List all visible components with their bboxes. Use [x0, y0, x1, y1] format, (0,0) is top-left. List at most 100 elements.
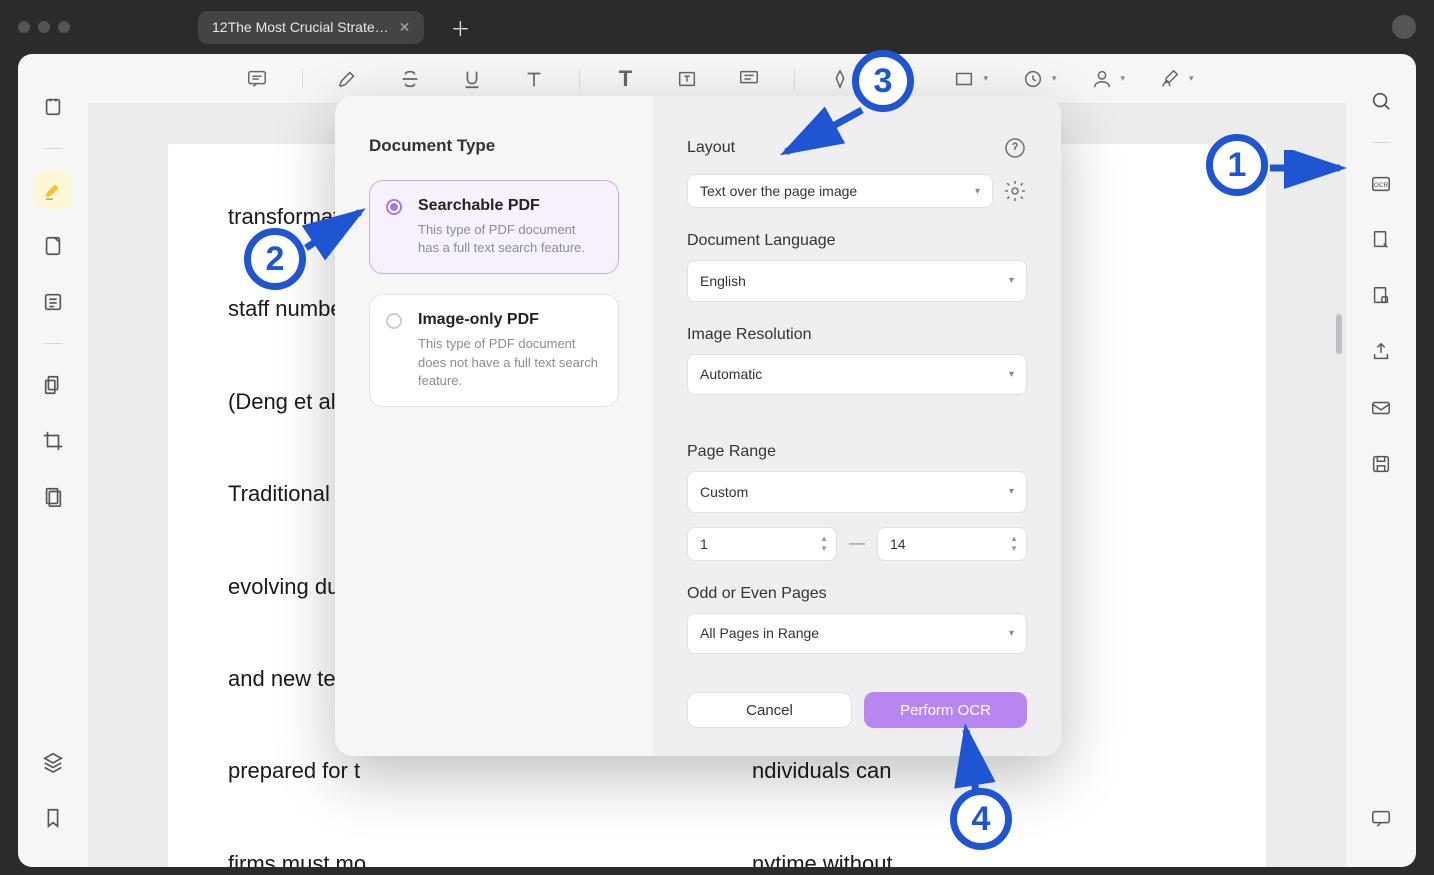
range-separator: —: [849, 535, 865, 553]
chevron-down-icon: ▾: [1009, 369, 1014, 380]
shape-dropdown[interactable]: ▾: [947, 62, 988, 96]
save-icon[interactable]: [1362, 445, 1400, 483]
resolution-select[interactable]: Automatic ▾: [687, 354, 1027, 396]
search-icon[interactable]: [1362, 82, 1400, 120]
ocr-modal: Document Type Searchable PDF This type o…: [335, 96, 1061, 756]
underline-icon[interactable]: [455, 62, 489, 96]
secure-icon[interactable]: [1362, 277, 1400, 315]
language-label: Document Language: [687, 232, 1027, 250]
oddeven-select[interactable]: All Pages in Range ▾: [687, 613, 1027, 655]
perform-ocr-button[interactable]: Perform OCR: [864, 692, 1027, 728]
callout-icon[interactable]: [732, 62, 766, 96]
status-dropdown[interactable]: ▾: [1016, 62, 1057, 96]
select-value: All Pages in Range: [700, 625, 819, 641]
resolution-label: Image Resolution: [687, 326, 1027, 344]
arrow-icon: [776, 104, 876, 164]
bookmark-icon[interactable]: [34, 799, 72, 837]
textbox-icon[interactable]: [670, 62, 704, 96]
document-tab[interactable]: 12The Most Crucial Strate… ✕: [198, 11, 424, 44]
user-icon: [1085, 62, 1119, 96]
rectangle-icon: [947, 62, 981, 96]
layout-select[interactable]: Text over the page image ▾: [687, 174, 993, 208]
strikethrough-icon[interactable]: [393, 62, 427, 96]
arrow-icon: [300, 200, 380, 260]
callout-3: 3: [852, 50, 914, 112]
stepper[interactable]: ▲▼: [1010, 535, 1018, 553]
status-icon: [1016, 62, 1050, 96]
thumbnails-icon[interactable]: [34, 88, 72, 126]
help-icon[interactable]: [1003, 136, 1027, 160]
range-label: Page Range: [687, 443, 1027, 461]
doctype-title: Searchable PDF: [418, 197, 600, 215]
layers-icon[interactable]: [34, 743, 72, 781]
select-value: Automatic: [700, 366, 762, 382]
arrow-icon: [1270, 150, 1360, 190]
highlight-tool-icon[interactable]: [34, 171, 72, 209]
rail-divider: [44, 343, 62, 344]
doctype-desc: This type of PDF document has a full tex…: [418, 221, 600, 257]
callout-1: 1: [1206, 134, 1268, 196]
svg-text:OCR: OCR: [1374, 182, 1389, 189]
cancel-button[interactable]: Cancel: [687, 692, 852, 728]
add-tab-button[interactable]: ＋: [450, 13, 470, 42]
document-type-heading: Document Type: [369, 136, 619, 156]
toolbar-divider: [302, 68, 303, 90]
gear-icon[interactable]: [1003, 179, 1027, 203]
doctype-desc: This type of PDF document does not have …: [418, 335, 600, 390]
toolbar-divider: [579, 68, 580, 90]
titlebar: 12The Most Crucial Strate… ✕ ＋: [0, 0, 1434, 54]
left-rail: [18, 54, 88, 867]
doctype-imageonly-option[interactable]: Image-only PDF This type of PDF document…: [369, 294, 619, 407]
crop-icon[interactable]: [34, 422, 72, 460]
doctype-searchable-option[interactable]: Searchable PDF This type of PDF document…: [369, 180, 619, 274]
minimize-window-icon[interactable]: [38, 21, 50, 33]
chat-icon[interactable]: [1362, 799, 1400, 837]
avatar[interactable]: [1392, 15, 1416, 39]
language-select[interactable]: English ▾: [687, 260, 1027, 302]
note-tool-icon[interactable]: [34, 227, 72, 265]
signature-dropdown[interactable]: ▾: [1153, 62, 1194, 96]
rail-divider: [44, 148, 62, 149]
scrollbar-thumb[interactable]: [1336, 314, 1342, 354]
chevron-down-icon: ▾: [1052, 73, 1057, 84]
callout-4: 4: [950, 788, 1012, 850]
reader-icon[interactable]: [34, 283, 72, 321]
edit-page-icon[interactable]: [1362, 221, 1400, 259]
layout-label: Layout: [687, 139, 735, 157]
oddeven-label: Odd or Even Pages: [687, 585, 1027, 603]
select-value: Custom: [700, 484, 748, 500]
comment-icon[interactable]: [240, 62, 274, 96]
mail-icon[interactable]: [1362, 389, 1400, 427]
modal-right-panel: Layout Text over the page image ▾ Docume…: [653, 96, 1061, 756]
doctype-title: Image-only PDF: [418, 311, 600, 329]
stepper[interactable]: ▲▼: [820, 535, 828, 553]
rail-divider: [1372, 142, 1390, 143]
ocr-icon[interactable]: OCR: [1362, 165, 1400, 203]
input-value: 14: [890, 536, 906, 552]
callout-2: 2: [244, 228, 306, 290]
chevron-down-icon: ▾: [1009, 628, 1014, 639]
share-icon[interactable]: [1362, 333, 1400, 371]
chevron-down-icon: ▾: [983, 73, 988, 84]
range-to-input[interactable]: 14 ▲▼: [877, 527, 1027, 561]
select-value: English: [700, 273, 746, 289]
highlighter-icon[interactable]: [331, 62, 365, 96]
text-size-icon[interactable]: [517, 62, 551, 96]
select-value: Text over the page image: [700, 183, 857, 199]
window-controls[interactable]: [18, 21, 70, 33]
paste-icon[interactable]: [34, 478, 72, 516]
chevron-down-icon: ▾: [975, 186, 980, 197]
close-window-icon[interactable]: [18, 21, 30, 33]
range-select[interactable]: Custom ▾: [687, 471, 1027, 513]
modal-left-panel: Document Type Searchable PDF This type o…: [335, 96, 653, 756]
tab-title: 12The Most Crucial Strate…: [212, 19, 389, 35]
signature-icon: [1153, 62, 1187, 96]
user-dropdown[interactable]: ▾: [1085, 62, 1126, 96]
text-tool-icon[interactable]: T: [608, 62, 642, 96]
range-from-input[interactable]: 1 ▲▼: [687, 527, 837, 561]
close-tab-icon[interactable]: ✕: [399, 19, 411, 36]
copy-icon[interactable]: [34, 366, 72, 404]
chevron-down-icon: ▾: [1189, 73, 1194, 84]
maximize-window-icon[interactable]: [58, 21, 70, 33]
radio-icon: [386, 313, 402, 329]
